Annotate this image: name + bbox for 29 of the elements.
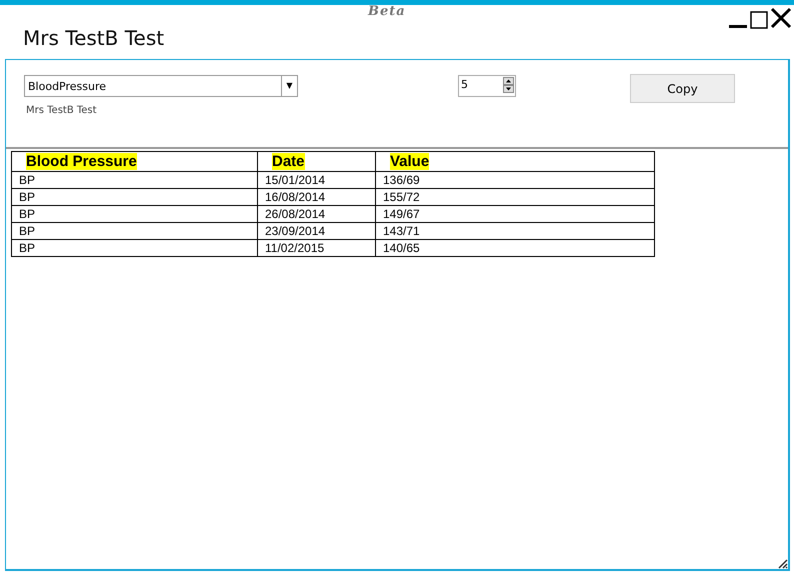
table-cell: BP [12,188,258,206]
spin-up-icon[interactable] [503,77,514,85]
number-spinner[interactable]: 5 [458,75,516,97]
spin-down-icon[interactable] [503,85,514,93]
resize-grip-icon[interactable] [776,557,788,569]
table-cell: 155/72 [376,188,654,206]
window-title: Mrs TestB Test [23,25,166,52]
copy-button[interactable]: Copy [630,74,735,103]
beta-label: Beta [368,6,406,18]
column-header: Blood Pressure [26,153,137,170]
table-cell: BP [12,222,258,240]
column-header: Value [390,153,430,170]
table-cell: 26/08/2014 [258,206,376,222]
table-cell: 143/71 [376,222,654,240]
table-cell: 140/65 [376,240,654,256]
table-cell: 149/67 [376,206,654,222]
table-cell: BP [12,240,258,256]
close-icon[interactable] [770,7,792,29]
table-cell: 23/09/2014 [258,222,376,240]
table-cell: BP [12,206,258,222]
maximize-icon[interactable] [750,11,768,29]
table-cell: 11/02/2015 [258,240,376,256]
table-cell: BP [12,172,258,188]
table-cell: 15/01/2014 [258,172,376,188]
table-cell: 16/08/2014 [258,188,376,206]
table-cell: 136/69 [376,172,654,188]
patient-label: Mrs TestB Test [26,105,98,116]
dropdown[interactable]: BloodPressure ▼ [24,75,298,97]
column-header: Date [272,153,305,170]
